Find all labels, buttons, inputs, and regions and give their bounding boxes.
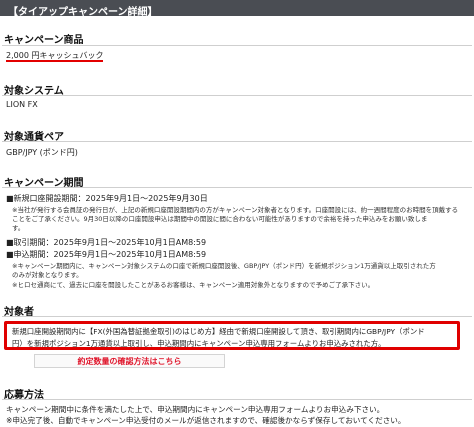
target-system-value: LION FX	[6, 100, 38, 109]
open-period: ■新規口座開設期間：2025年9月1日～2025年9月30日	[6, 194, 208, 203]
campaign-product-heading: キャンペーン商品	[4, 35, 84, 46]
divider	[2, 141, 472, 142]
target-pair-value: GBP/JPY (ポンド円)	[6, 148, 78, 157]
divider	[2, 316, 472, 317]
divider	[2, 187, 472, 188]
campaign-detail-page: 【タイアップキャンペーン詳細】 キャンペーン商品 2,000 円キャッシュバック…	[0, 0, 474, 427]
open-note-2: ことをご了承ください。9月30日以降の口座開設申込は期間中の開設に間に合わない可…	[12, 215, 428, 223]
apply-method-line2: ※申込完了後、自動でキャンペーン申込受付のメールが返信されますので、確認後かなら…	[6, 416, 406, 425]
contract-quantity-check-button[interactable]: 約定数量の確認方法はこちら	[34, 354, 225, 368]
divider	[2, 399, 472, 400]
apply-period: ■申込期間：2025年9月1日～2025年10月1日AM8:59	[6, 250, 207, 259]
apply-method-line1: キャンペーン期間中に条件を満たした上で、申込期間内にキャンペーン申込専用フォーム…	[6, 405, 385, 414]
open-note-3: す。	[12, 224, 25, 232]
trade-period: ■取引期間：2025年9月1日～2025年10月1日AM8:59	[6, 238, 207, 247]
target-person-text: 新規口座開設期間内に【FX(外国為替証拠金取引)のはじめ方】経由で新規口座開設し…	[12, 327, 425, 348]
header-title: 【タイアップキャンペーン詳細】	[8, 7, 158, 18]
divider	[2, 45, 472, 46]
header-bar: 【タイアップキャンペーン詳細】	[0, 0, 474, 18]
divider	[2, 95, 472, 96]
apply-note-3: ※ヒロセ通商にて、過去に口座を開設したことがあるお客様は、キャンペーン適用対象外…	[12, 281, 375, 289]
campaign-product-value: 2,000 円キャッシュバック	[6, 51, 104, 62]
apply-note-2: のみが対象となります。	[12, 271, 83, 279]
target-person-highlight-box: 新規口座開設期間内に【FX(外国為替証拠金取引)のはじめ方】経由で新規口座開設し…	[4, 321, 460, 350]
